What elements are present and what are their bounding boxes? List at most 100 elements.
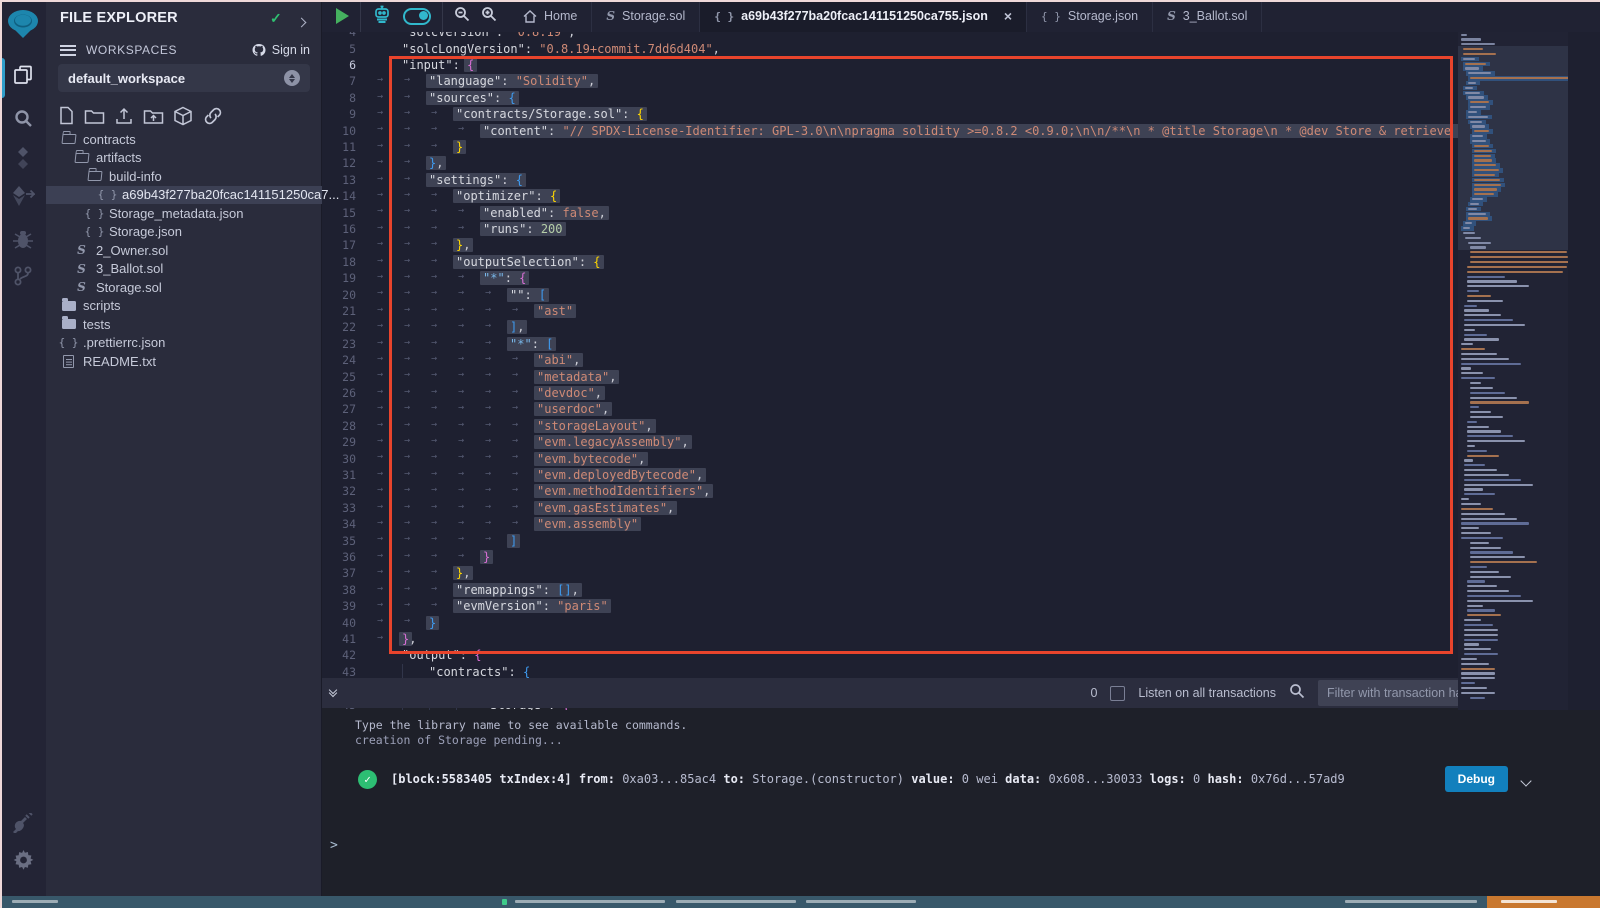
tab-storage-json[interactable]: { }Storage.json	[1027, 0, 1153, 32]
tree-item-3-ballot-sol[interactable]: S3_Ballot.sol	[46, 260, 322, 279]
link-icon[interactable]	[202, 106, 224, 126]
tab-3-ballot-sol[interactable]: S3_Ballot.sol	[1153, 0, 1262, 32]
workspaces-label: WORKSPACES	[86, 43, 177, 57]
code-line-40: 40→→}	[322, 614, 436, 630]
upload-folder-icon[interactable]	[143, 106, 164, 126]
ipfs-box-icon[interactable]	[173, 106, 193, 126]
tree-item-2-owner-sol[interactable]: S2_Owner.sol	[46, 241, 322, 260]
screenshot-edge-artifact	[0, 0, 2, 908]
minimap[interactable]	[1458, 32, 1568, 710]
code-line-28: 28→→→→→→"storageLayout",	[322, 418, 653, 434]
workspaces-menu-icon[interactable]	[60, 45, 76, 56]
tree-item-a69b43f277ba20fcac141151250ca7-[interactable]: { }a69b43f277ba20fcac141151250ca7...	[46, 186, 322, 205]
tree-item-tests[interactable]: tests	[46, 315, 322, 334]
status-alert-segment[interactable]	[1487, 896, 1600, 908]
code-line-21: 21→→→→→→"ast"	[322, 303, 573, 319]
tree-item-artifacts[interactable]: artifacts	[46, 149, 322, 168]
minimap-region	[1458, 32, 1600, 710]
remix-ai-assistant-icon[interactable]	[372, 4, 392, 29]
github-icon	[251, 43, 267, 57]
code-line-33: 33→→→→→→"evm.gasEstimates",	[322, 500, 674, 516]
code-line-29: 29→→→→→→"evm.legacyAssembly",	[322, 434, 689, 450]
terminal-prompt: >	[330, 838, 338, 853]
debugger-icon[interactable]	[0, 225, 46, 255]
explorer-toolbar	[58, 106, 224, 126]
file-explorer-icon[interactable]	[0, 60, 46, 90]
zoom-out-icon[interactable]	[454, 6, 470, 27]
code-line-10: 10→→→→"content": "// SPDX-License-Identi…	[322, 122, 1531, 138]
pending-tx-count: 0	[1090, 686, 1097, 700]
remix-ide-window: FILE EXPLORER ✓ WORKSPACES Sign in defau…	[0, 0, 1600, 908]
tree-item-storage-json[interactable]: { }Storage.json	[46, 223, 322, 242]
tab-a69b43f277ba20fcac141151250ca755-json[interactable]: { }a69b43f277ba20fcac141151250ca755.json…	[700, 0, 1027, 32]
solidity-compiler-icon[interactable]	[0, 143, 46, 173]
sign-in-button[interactable]: Sign in	[251, 43, 310, 57]
terminal-message: Type the library name to see available c…	[355, 718, 687, 732]
tree-item-build-info[interactable]: build-info	[46, 167, 322, 186]
terminal-search-icon	[1289, 683, 1305, 704]
tab-home[interactable]: Home	[509, 0, 592, 32]
code-line-18: 18→→→"outputSelection": {	[322, 254, 601, 270]
workspace-select[interactable]: default_workspace	[58, 64, 310, 92]
code-line-37: 37→→→},	[322, 565, 470, 581]
chevron-right-icon[interactable]	[298, 13, 305, 31]
git-icon[interactable]	[0, 261, 46, 291]
search-icon[interactable]	[0, 103, 46, 133]
settings-gear-icon[interactable]	[0, 845, 46, 875]
status-green-dot	[502, 899, 507, 905]
terminal-output[interactable]: Type the library name to see available c…	[322, 708, 1600, 896]
folder-icon	[60, 301, 77, 311]
code-line-4: 4"solcVersion": "0.8.19",	[322, 32, 575, 40]
code-line-34: 34→→→→→→"evm.assembly"	[322, 516, 638, 532]
code-line-15: 15→→→→"enabled": false,	[322, 204, 606, 220]
home-icon	[523, 10, 537, 23]
code-line-9: 9→→→"contracts/Storage.sol": {	[322, 106, 644, 122]
tree-item-storage-metadata-json[interactable]: { }Storage_metadata.json	[46, 204, 322, 223]
deploy-and-run-icon[interactable]	[0, 181, 46, 211]
new-folder-icon[interactable]	[84, 106, 105, 126]
zoom-in-icon[interactable]	[481, 6, 497, 27]
tree-item-scripts[interactable]: scripts	[46, 297, 322, 316]
tree-item-label: 3_Ballot.sol	[96, 261, 163, 276]
close-tab-icon[interactable]: ×	[1004, 8, 1012, 24]
tab-storage-sol[interactable]: SStorage.sol	[592, 0, 700, 32]
tree-item-label: artifacts	[96, 150, 142, 165]
theme-toggle[interactable]	[403, 8, 431, 25]
listen-all-transactions-label: Listen on all transactions	[1138, 686, 1276, 700]
tree-item-storage-sol[interactable]: SStorage.sol	[46, 278, 322, 297]
debug-button[interactable]: Debug	[1445, 766, 1508, 792]
code-line-13: 13→→"settings": {	[322, 172, 523, 188]
file-explorer-panel: FILE EXPLORER ✓ WORKSPACES Sign in defau…	[46, 0, 322, 896]
check-icon: ✓	[270, 10, 282, 27]
tab-label: Storage.json	[1068, 9, 1138, 23]
transaction-log-text: [block:5583405 txIndex:4] from: 0xa03...…	[391, 772, 1345, 786]
expand-tx-details-icon[interactable]	[1522, 770, 1530, 789]
new-file-icon[interactable]	[58, 106, 75, 126]
json-file-icon: { }	[714, 10, 734, 23]
run-script-button[interactable]	[336, 8, 349, 24]
code-line-32: 32→→→→→→"evm.methodIdentifiers",	[322, 483, 710, 499]
tree-item-label: README.txt	[83, 354, 156, 369]
tree-item-contracts[interactable]: contracts	[46, 130, 322, 149]
tree-item--prettierrc-json[interactable]: { }.prettierrc.json	[46, 334, 322, 353]
code-line-27: 27→→→→→→"userdoc",	[322, 401, 609, 417]
expand-terminal-icon[interactable]	[330, 690, 336, 696]
solidity-file-icon: S	[73, 243, 90, 257]
status-bar	[0, 896, 1600, 908]
tree-item-label: Storage.sol	[96, 280, 162, 295]
code-line-17: 17→→→},	[322, 237, 470, 253]
plugin-manager-icon[interactable]	[0, 808, 46, 838]
code-editor[interactable]: 4"solcVersion": "0.8.19",5"solcLongVersi…	[322, 32, 1600, 710]
tree-item-readme-txt[interactable]: README.txt	[46, 352, 322, 371]
tab-label: Home	[544, 9, 577, 23]
code-line-22: 22→→→→→],	[322, 319, 524, 335]
tree-item-label: tests	[83, 317, 110, 332]
listen-all-transactions-checkbox[interactable]	[1110, 686, 1125, 701]
code-line-25: 25→→→→→→"metadata",	[322, 368, 616, 384]
tree-item-label: scripts	[83, 298, 121, 313]
upload-file-icon[interactable]	[114, 106, 134, 126]
transaction-log-row[interactable]: ✓ [block:5583405 txIndex:4] from: 0xa03.…	[358, 766, 1530, 792]
remix-logo-icon[interactable]	[0, 6, 46, 42]
code-line-8: 8→→"sources": {	[322, 90, 516, 106]
code-line-12: 12→→},	[322, 155, 443, 171]
